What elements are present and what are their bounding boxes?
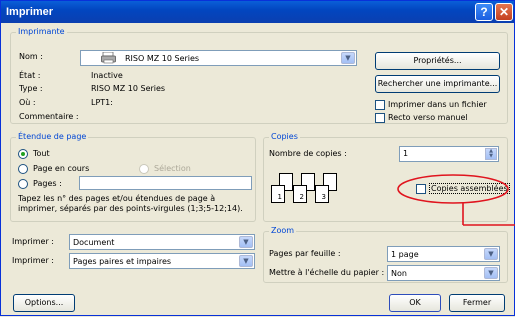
close-button[interactable]: Fermer bbox=[449, 294, 505, 312]
page-2-number: 2 bbox=[299, 193, 304, 201]
range-selection-radio bbox=[139, 164, 149, 174]
copies-legend: Copies bbox=[269, 132, 300, 141]
title-bar: Imprimer bbox=[1, 1, 514, 23]
duplex-label[interactable]: Recto verso manuel bbox=[388, 113, 468, 122]
print-what-label: Imprimer : bbox=[12, 237, 54, 246]
ok-button[interactable]: OK bbox=[389, 294, 441, 312]
printer-name-select[interactable]: RISO MZ 10 Series ▼ bbox=[80, 50, 357, 66]
pages-per-sheet-label: Pages par feuille : bbox=[269, 249, 341, 258]
properties-button[interactable]: Propriétés... bbox=[375, 52, 500, 70]
chevron-down-icon: ▼ bbox=[484, 248, 498, 260]
printer-icon bbox=[101, 51, 116, 64]
print-which-label: Imprimer : bbox=[12, 256, 54, 265]
close-window-button[interactable]: ✕ bbox=[495, 3, 513, 21]
spinner-arrows-icon: ▲ ▼ bbox=[485, 148, 497, 160]
range-hint: Tapez les n° des pages et/ou étendues de… bbox=[18, 194, 243, 213]
print-dialog: Imprimer ? ✕ Imprimante Nom : RISO MZ 10… bbox=[0, 0, 515, 316]
range-selection-label: Sélection bbox=[154, 164, 191, 173]
page-range-legend: Étendue de page bbox=[16, 132, 89, 141]
copies-count-label: Nombre de copies : bbox=[269, 149, 347, 158]
pages-per-sheet-value: 1 page bbox=[391, 250, 419, 259]
print-which-value: Pages paires et impaires bbox=[73, 257, 172, 266]
options-button[interactable]: Options... bbox=[13, 294, 75, 312]
page-3: 3 bbox=[315, 185, 329, 203]
scale-to-paper-value: Non bbox=[391, 269, 407, 278]
printer-legend: Imprimante bbox=[16, 27, 67, 36]
page-1: 1 bbox=[271, 185, 285, 203]
chevron-down-icon: ▼ bbox=[484, 267, 498, 279]
print-to-file-label[interactable]: Imprimer dans un fichier bbox=[388, 100, 487, 109]
print-what-select[interactable]: Document ▼ bbox=[69, 234, 255, 250]
range-all-label[interactable]: Tout bbox=[33, 149, 50, 158]
pages-input[interactable] bbox=[79, 176, 252, 190]
copies-count-spinner[interactable]: 1 ▲ ▼ bbox=[399, 146, 499, 162]
page-3-number: 3 bbox=[321, 193, 326, 201]
type-value: RISO MZ 10 Series bbox=[91, 84, 166, 93]
range-current-radio[interactable] bbox=[18, 164, 28, 174]
where-value: LPT1: bbox=[91, 98, 113, 107]
status-value: Inactive bbox=[91, 71, 123, 80]
zoom-legend: Zoom bbox=[269, 226, 297, 235]
help-button[interactable]: ? bbox=[475, 3, 493, 21]
printer-name-value: RISO MZ 10 Series bbox=[125, 54, 200, 63]
collate-label[interactable]: Copies assemblées bbox=[429, 183, 510, 194]
page-2: 2 bbox=[293, 185, 307, 203]
pages-per-sheet-select[interactable]: 1 page ▼ bbox=[387, 246, 500, 262]
print-what-value: Document bbox=[73, 238, 115, 247]
where-label: Où : bbox=[19, 98, 36, 107]
collate-checkbox[interactable] bbox=[416, 184, 426, 194]
chevron-down-icon: ▼ bbox=[239, 236, 253, 248]
chevron-down-icon: ▼ bbox=[341, 52, 355, 64]
type-label: Type : bbox=[19, 84, 43, 93]
collate-pages-icon: 1 2 3 bbox=[271, 173, 351, 209]
range-pages-label[interactable]: Pages : bbox=[33, 179, 62, 188]
page-1-number: 1 bbox=[277, 193, 282, 201]
print-to-file-checkbox[interactable] bbox=[375, 100, 385, 110]
print-which-select[interactable]: Pages paires et impaires ▼ bbox=[69, 253, 255, 269]
duplex-checkbox[interactable] bbox=[375, 113, 385, 123]
status-label: État : bbox=[19, 71, 41, 80]
range-pages-radio[interactable] bbox=[18, 179, 28, 189]
window-title: Imprimer bbox=[6, 6, 54, 18]
scale-to-paper-label: Mettre à l'échelle du papier : bbox=[269, 268, 385, 277]
chevron-down-icon: ▼ bbox=[239, 255, 253, 267]
range-all-radio[interactable] bbox=[18, 149, 28, 159]
printer-name-label: Nom : bbox=[19, 52, 43, 61]
range-current-label[interactable]: Page en cours bbox=[33, 164, 89, 173]
find-printer-button[interactable]: Rechercher une imprimante... bbox=[375, 75, 500, 93]
comment-label: Commentaire : bbox=[19, 112, 79, 121]
copies-count-value: 1 bbox=[403, 149, 409, 158]
scale-to-paper-select[interactable]: Non ▼ bbox=[387, 265, 500, 281]
